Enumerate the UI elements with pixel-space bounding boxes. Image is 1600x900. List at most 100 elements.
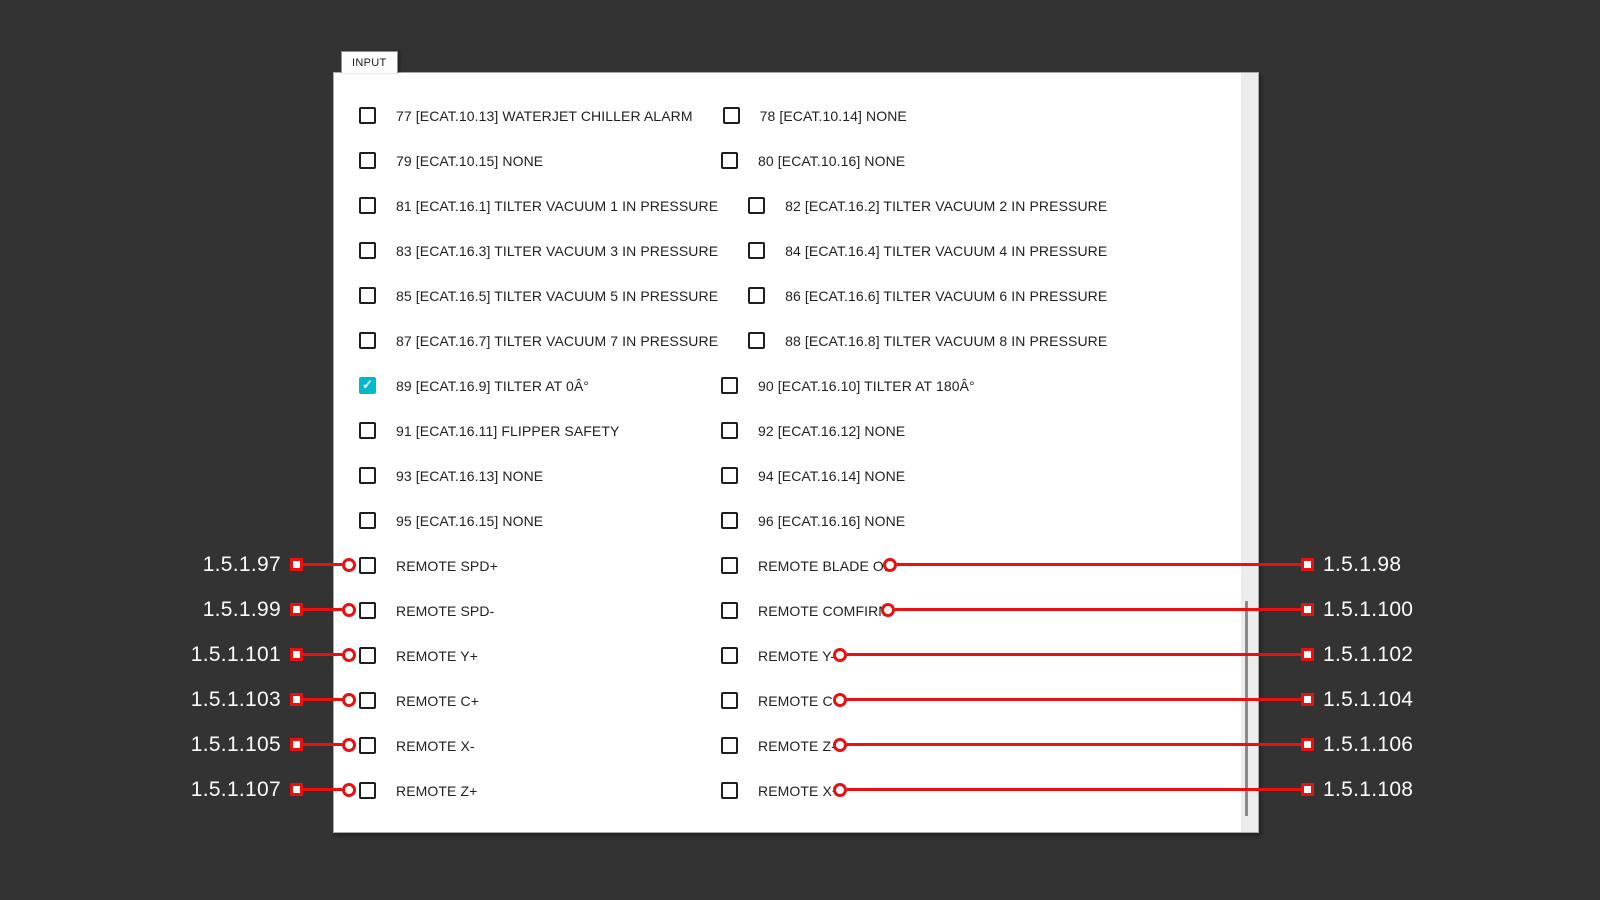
checkbox-94[interactable] bbox=[721, 467, 738, 484]
checkbox-92[interactable] bbox=[721, 422, 738, 439]
input-row: 87 [ECAT.16.7] TILTER VACUUM 7 IN PRESSU… bbox=[359, 318, 1241, 363]
checkbox-label: 86 [ECAT.16.6] TILTER VACUUM 6 IN PRESSU… bbox=[785, 288, 1107, 304]
pin-line bbox=[303, 608, 342, 611]
checkbox-label: REMOTE BLADE ON bbox=[758, 558, 894, 574]
pin-line bbox=[303, 563, 342, 566]
checkbox-label: 89 [ECAT.16.9] TILTER AT 0Â° bbox=[396, 378, 589, 394]
input-row: 89 [ECAT.16.9] TILTER AT 0Â° 90 [ECAT.16… bbox=[359, 363, 1241, 408]
annotation-right-row: 1.5.1.102 bbox=[833, 632, 1413, 677]
pin-line bbox=[303, 788, 342, 791]
checkbox-78[interactable] bbox=[723, 107, 740, 124]
checkbox-89[interactable] bbox=[359, 377, 376, 394]
pin-circle-icon bbox=[342, 693, 356, 707]
checkbox-91[interactable] bbox=[359, 422, 376, 439]
annotation-label: 1.5.1.107 bbox=[191, 778, 281, 802]
pin-circle-icon bbox=[833, 738, 847, 752]
checkbox-remote-z-minus[interactable] bbox=[721, 737, 738, 754]
pin-line bbox=[303, 653, 342, 656]
checkbox-label: REMOTE Y- bbox=[758, 648, 835, 664]
checkbox-79[interactable] bbox=[359, 152, 376, 169]
checkbox-82[interactable] bbox=[748, 197, 765, 214]
checkbox-86[interactable] bbox=[748, 287, 765, 304]
pin-square-icon bbox=[290, 648, 303, 661]
annotation-label: 1.5.1.104 bbox=[1323, 688, 1413, 712]
pin-square-icon bbox=[1301, 693, 1314, 706]
checkbox-remote-x-plus[interactable] bbox=[721, 782, 738, 799]
pin-square-icon bbox=[290, 558, 303, 571]
checkbox-77[interactable] bbox=[359, 107, 376, 124]
pin-line bbox=[895, 608, 1301, 611]
annotation-label: 1.5.1.98 bbox=[1323, 553, 1401, 577]
checkbox-label: REMOTE SPD+ bbox=[396, 558, 498, 574]
pin-circle-icon bbox=[342, 783, 356, 797]
annotation-label: 1.5.1.106 bbox=[1323, 733, 1413, 757]
pin-circle-icon bbox=[342, 558, 356, 572]
checkbox-remote-c-minus[interactable] bbox=[721, 692, 738, 709]
checkbox-label: 82 [ECAT.16.2] TILTER VACUUM 2 IN PRESSU… bbox=[785, 198, 1107, 214]
checkbox-95[interactable] bbox=[359, 512, 376, 529]
pin-line bbox=[847, 788, 1301, 791]
pin-square-icon bbox=[290, 603, 303, 616]
annotation-label: 1.5.1.99 bbox=[203, 598, 281, 622]
input-row: 79 [ECAT.10.15] NONE 80 [ECAT.10.16] NON… bbox=[359, 138, 1241, 183]
annotation-right-row: 1.5.1.98 bbox=[883, 542, 1401, 587]
checkbox-84[interactable] bbox=[748, 242, 765, 259]
checkbox-87[interactable] bbox=[359, 332, 376, 349]
checkbox-83[interactable] bbox=[359, 242, 376, 259]
tab-input-label: INPUT bbox=[352, 57, 387, 69]
checkbox-label: REMOTE Y+ bbox=[396, 648, 478, 664]
checkbox-93[interactable] bbox=[359, 467, 376, 484]
pin-circle-icon bbox=[881, 603, 895, 617]
checkbox-remote-blade-on[interactable] bbox=[721, 557, 738, 574]
checkbox-label: 84 [ECAT.16.4] TILTER VACUUM 4 IN PRESSU… bbox=[785, 243, 1107, 259]
checkbox-remote-y-minus[interactable] bbox=[721, 647, 738, 664]
checkbox-96[interactable] bbox=[721, 512, 738, 529]
checkbox-remote-spd-plus[interactable] bbox=[359, 557, 376, 574]
annotation-right-row: 1.5.1.108 bbox=[833, 767, 1413, 812]
checkbox-remote-c-plus[interactable] bbox=[359, 692, 376, 709]
annotation-right-row: 1.5.1.104 bbox=[833, 677, 1413, 722]
annotation-label: 1.5.1.103 bbox=[191, 688, 281, 712]
annotation-label: 1.5.1.102 bbox=[1323, 643, 1413, 667]
input-row: 93 [ECAT.16.13] NONE 94 [ECAT.16.14] NON… bbox=[359, 453, 1241, 498]
checkbox-label: 95 [ECAT.16.15] NONE bbox=[396, 513, 543, 529]
annotation-label: 1.5.1.105 bbox=[191, 733, 281, 757]
checkbox-remote-z-plus[interactable] bbox=[359, 782, 376, 799]
pin-square-icon bbox=[1301, 783, 1314, 796]
checkbox-label: REMOTE C+ bbox=[396, 693, 479, 709]
pin-circle-icon bbox=[883, 558, 897, 572]
annotation-left-row: 1.5.1.103 bbox=[0, 677, 356, 722]
pin-square-icon bbox=[290, 783, 303, 796]
input-row: 95 [ECAT.16.15] NONE 96 [ECAT.16.16] NON… bbox=[359, 498, 1241, 543]
pin-circle-icon bbox=[342, 648, 356, 662]
pin-square-icon bbox=[290, 738, 303, 751]
checkbox-label: 83 [ECAT.16.3] TILTER VACUUM 3 IN PRESSU… bbox=[396, 243, 718, 259]
checkbox-label: 77 [ECAT.10.13] WATERJET CHILLER ALARM bbox=[396, 108, 693, 124]
pin-circle-icon bbox=[342, 738, 356, 752]
input-row: 81 [ECAT.16.1] TILTER VACUUM 1 IN PRESSU… bbox=[359, 183, 1241, 228]
checkbox-remote-y-plus[interactable] bbox=[359, 647, 376, 664]
pin-square-icon bbox=[1301, 648, 1314, 661]
input-row: 91 [ECAT.16.11] FLIPPER SAFETY 92 [ECAT.… bbox=[359, 408, 1241, 453]
pin-square-icon bbox=[1301, 603, 1314, 616]
input-row: 83 [ECAT.16.3] TILTER VACUUM 3 IN PRESSU… bbox=[359, 228, 1241, 273]
annotation-left-row: 1.5.1.97 bbox=[0, 542, 356, 587]
annotation-left-row: 1.5.1.105 bbox=[0, 722, 356, 767]
pin-square-icon bbox=[290, 693, 303, 706]
checkbox-90[interactable] bbox=[721, 377, 738, 394]
pin-line bbox=[897, 563, 1301, 566]
checkbox-85[interactable] bbox=[359, 287, 376, 304]
tab-input[interactable]: INPUT bbox=[341, 51, 398, 73]
checkbox-80[interactable] bbox=[721, 152, 738, 169]
checkbox-label: 81 [ECAT.16.1] TILTER VACUUM 1 IN PRESSU… bbox=[396, 198, 718, 214]
checkbox-remote-x-minus[interactable] bbox=[359, 737, 376, 754]
pin-circle-icon bbox=[833, 648, 847, 662]
checkbox-remote-spd-minus[interactable] bbox=[359, 602, 376, 619]
checkbox-remote-comfirm[interactable] bbox=[721, 602, 738, 619]
checkbox-88[interactable] bbox=[748, 332, 765, 349]
annotation-right-row: 1.5.1.106 bbox=[833, 722, 1413, 767]
checkbox-81[interactable] bbox=[359, 197, 376, 214]
annotation-label: 1.5.1.97 bbox=[203, 553, 281, 577]
checkbox-label: 87 [ECAT.16.7] TILTER VACUUM 7 IN PRESSU… bbox=[396, 333, 718, 349]
pin-line bbox=[303, 698, 342, 701]
